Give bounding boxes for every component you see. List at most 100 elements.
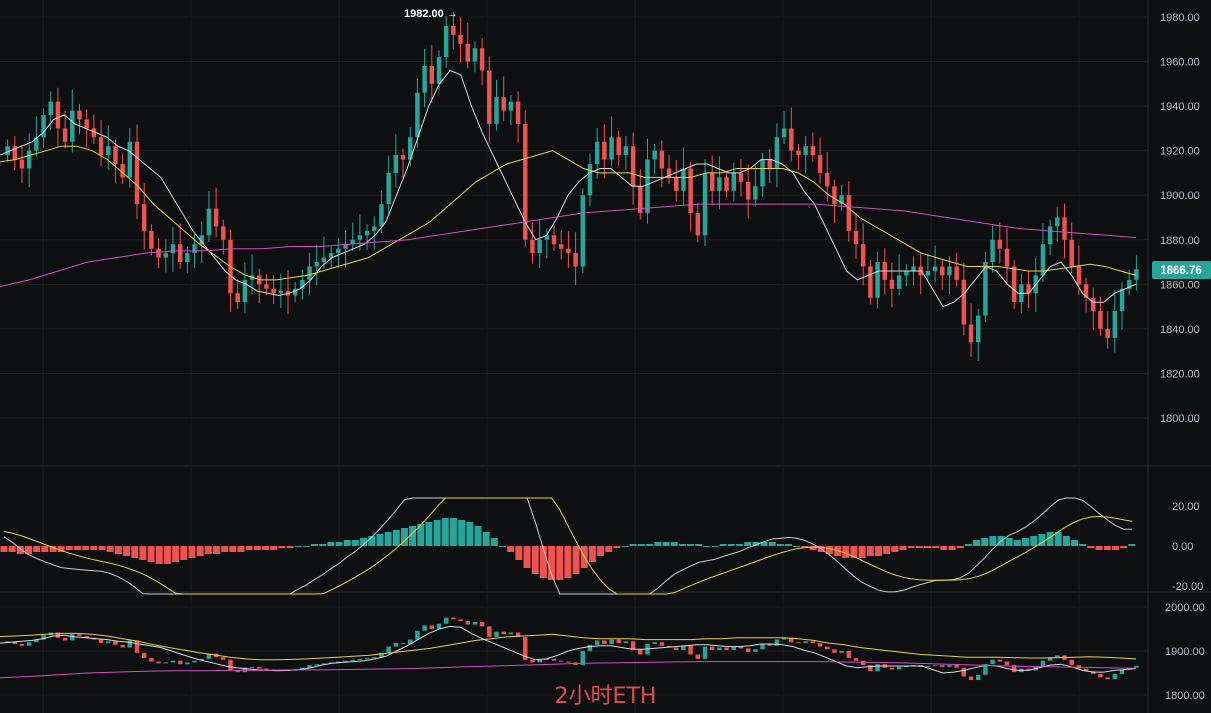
candle: [609, 116, 614, 167]
candle: [98, 119, 104, 166]
macd-histogram-bar: [474, 526, 482, 546]
macd-histogram-bar: [874, 546, 882, 556]
macd-histogram-bar: [384, 532, 392, 546]
candle-body: [372, 226, 377, 231]
macd-histogram-bar: [989, 536, 997, 546]
candle: [602, 124, 607, 179]
macd-histogram-bar: [65, 546, 73, 550]
macd-histogram-bar: [981, 538, 989, 546]
mini-candle-body: [803, 641, 808, 644]
mini-candle-body: [170, 660, 176, 663]
mini-candle-body: [688, 645, 693, 655]
candle: [177, 223, 183, 269]
candle-body: [487, 70, 492, 124]
candle-body: [1098, 311, 1103, 329]
price-tick-label: 1900.00: [1160, 190, 1200, 202]
macd-tick-label: -20.00: [1172, 581, 1203, 593]
candle: [724, 170, 729, 198]
macd-histogram-bar: [327, 542, 335, 546]
mini-candle-body: [415, 630, 420, 640]
mini-candle-body: [558, 660, 564, 662]
macd-histogram-bar: [744, 542, 752, 546]
candle: [803, 135, 808, 174]
candle: [745, 164, 751, 219]
candle: [487, 56, 492, 143]
mini-candle-body: [702, 646, 708, 659]
macd-histogram-bar: [1120, 546, 1128, 548]
macd-histogram-bar: [515, 546, 523, 560]
macd-histogram-bar: [319, 544, 327, 546]
mini-candle-body: [98, 639, 104, 644]
mini-candle-body: [221, 657, 226, 660]
candle: [566, 231, 571, 268]
candle: [372, 216, 377, 250]
mini-candle-body: [508, 632, 514, 635]
chart-grid: [0, 0, 1211, 713]
macd-histogram-bar: [793, 546, 801, 547]
candle-body: [149, 230, 154, 249]
macd-histogram-bar: [613, 546, 621, 548]
candle-body: [364, 230, 370, 236]
macd-histogram-bar: [727, 544, 735, 546]
candle: [134, 124, 140, 219]
macd-tick-label: 20.00: [1172, 501, 1200, 513]
mini-candle-body: [925, 665, 931, 667]
mini-candle-body: [400, 643, 406, 645]
candle: [530, 222, 535, 264]
mini-candle-body: [594, 640, 600, 645]
macd-histogram-bar: [899, 546, 907, 550]
candle: [832, 179, 837, 223]
macd-histogram-bar: [376, 534, 384, 546]
candle: [904, 264, 909, 287]
candle: [515, 91, 521, 143]
price-panel[interactable]: [0, 12, 1139, 361]
mini-candle-body: [623, 641, 629, 644]
price-tick-label: 1920.00: [1160, 146, 1200, 158]
candle-body: [738, 172, 744, 182]
macd-histogram-bar: [1013, 540, 1021, 546]
candle: [975, 308, 981, 361]
mini-candle-body: [602, 640, 607, 644]
candle-body: [537, 239, 542, 254]
mini-candle-body: [745, 648, 751, 652]
mini-candle-body: [868, 665, 873, 672]
peak-price-label: 1982.00 →: [404, 8, 458, 20]
mini-candle-body: [314, 664, 319, 666]
mini-candle-body: [106, 641, 111, 644]
candle: [257, 268, 262, 304]
candle: [77, 103, 82, 135]
price-axis[interactable]: 1980.00 1960.00 1940.00 1920.00 1900.00 1880.…: [1160, 12, 1205, 702]
candle: [1004, 227, 1010, 286]
candle-body: [681, 168, 686, 191]
trading-chart[interactable]: 1980.00 1960.00 1940.00 1920.00 1900.00 1880.…: [0, 0, 1211, 713]
macd-histogram-bar: [278, 546, 286, 548]
macd-histogram-bar: [237, 546, 245, 552]
mini-candle-body: [343, 660, 348, 662]
candle-body: [853, 230, 859, 245]
mini-candle-body: [141, 652, 147, 659]
candle-body: [1047, 226, 1053, 245]
candle: [767, 149, 772, 184]
candle-body: [98, 137, 104, 156]
candle-body: [70, 110, 75, 142]
bottom-panel[interactable]: [0, 617, 1139, 681]
candle: [1047, 219, 1053, 255]
mini-candle-body: [19, 643, 25, 646]
price-tick-label: 1880.00: [1160, 235, 1200, 247]
macd-panel[interactable]: [0, 497, 1136, 595]
macd-histogram-bar: [932, 546, 940, 548]
mini-candle-body: [443, 617, 449, 624]
candle: [12, 135, 18, 171]
macd-histogram-bar: [866, 546, 874, 556]
mini-candle-body: [796, 642, 801, 644]
macd-histogram-bar: [343, 540, 351, 546]
candle-body: [443, 25, 449, 58]
mini-candle-body: [616, 639, 621, 644]
candle-body: [623, 146, 629, 156]
candle: [702, 159, 708, 247]
candle: [681, 147, 686, 206]
candle: [774, 123, 780, 188]
candle-body: [55, 101, 61, 129]
candle-body: [141, 204, 147, 231]
price-tick-label: 1800.00: [1160, 413, 1200, 425]
